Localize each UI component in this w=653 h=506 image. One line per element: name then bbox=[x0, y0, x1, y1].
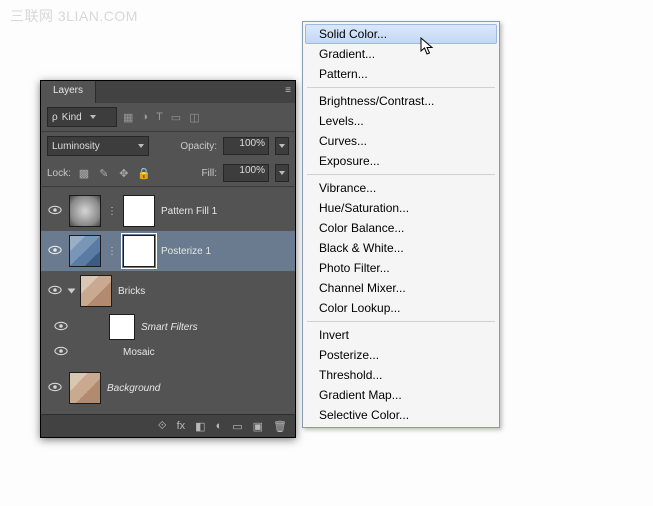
visibility-toggle[interactable] bbox=[47, 382, 63, 395]
menu-item[interactable]: Levels... bbox=[305, 111, 497, 131]
filter-adjust-icon[interactable]: ◑ bbox=[141, 111, 148, 124]
panel-tab-bar: Layers ≡ bbox=[41, 81, 295, 103]
lock-buttons: ▩ ✎ ✥ 🔒 bbox=[77, 167, 151, 180]
blend-mode-select[interactable]: Luminosity bbox=[47, 136, 149, 156]
opacity-label: Opacity: bbox=[180, 141, 217, 152]
menu-item[interactable]: Gradient Map... bbox=[305, 385, 497, 405]
blend-mode-label: Luminosity bbox=[52, 141, 100, 152]
lock-position-icon[interactable]: ✥ bbox=[117, 167, 131, 180]
link-icon: ⋮ bbox=[107, 246, 117, 257]
new-layer-icon[interactable]: ▣ bbox=[253, 420, 263, 433]
visibility-toggle[interactable] bbox=[47, 245, 63, 258]
menu-item[interactable]: Vibrance... bbox=[305, 178, 497, 198]
visibility-toggle[interactable] bbox=[53, 321, 69, 334]
layer-thumbnail[interactable] bbox=[69, 235, 101, 267]
link-layers-icon[interactable]: ⟐ bbox=[158, 420, 167, 433]
menu-item[interactable]: Gradient... bbox=[305, 44, 497, 64]
opacity-input[interactable]: 100% bbox=[223, 137, 269, 155]
layer-filter-row: ρ Kind ▦ ◑ T ▭ ◫ bbox=[41, 103, 295, 132]
adjustment-layer-icon[interactable]: ◐ bbox=[216, 420, 223, 432]
menu-item[interactable]: Posterize... bbox=[305, 345, 497, 365]
tab-layers[interactable]: Layers bbox=[41, 81, 96, 103]
blend-opacity-row: Luminosity Opacity: 100% bbox=[41, 132, 295, 160]
menu-item[interactable]: Color Balance... bbox=[305, 218, 497, 238]
menu-separator bbox=[307, 174, 495, 175]
layer-thumbnail[interactable] bbox=[69, 372, 101, 404]
layer-name-label[interactable]: Posterize 1 bbox=[161, 246, 211, 257]
smart-filter-item[interactable]: Mosaic bbox=[41, 343, 295, 362]
menu-item[interactable]: Black & White... bbox=[305, 238, 497, 258]
menu-separator bbox=[307, 321, 495, 322]
layer-thumbnail[interactable] bbox=[69, 195, 101, 227]
lock-label: Lock: bbox=[47, 168, 71, 179]
panel-menu-icon[interactable]: ≡ bbox=[285, 85, 291, 96]
menu-item[interactable]: Solid Color... bbox=[305, 24, 497, 44]
menu-item[interactable]: Photo Filter... bbox=[305, 258, 497, 278]
layer-thumbnail[interactable] bbox=[80, 275, 112, 307]
menu-item[interactable]: Channel Mixer... bbox=[305, 278, 497, 298]
panel-footer: ⟐ fx ◧ ◐ ▭ ▣ 🗑 bbox=[41, 414, 295, 437]
mask-thumbnail[interactable] bbox=[123, 235, 155, 267]
lock-pixels-icon[interactable]: ✎ bbox=[97, 167, 111, 180]
filter-pixel-icon[interactable]: ▦ bbox=[123, 111, 133, 124]
new-group-icon[interactable]: ▭ bbox=[232, 420, 242, 433]
filter-kind-label: Kind bbox=[62, 112, 82, 123]
link-icon: ⋮ bbox=[107, 206, 117, 217]
visibility-toggle[interactable] bbox=[47, 285, 63, 298]
filter-name-label[interactable]: Mosaic bbox=[123, 347, 155, 358]
add-mask-icon[interactable]: ◧ bbox=[195, 420, 205, 433]
layer-name-label[interactable]: Background bbox=[107, 383, 160, 394]
filter-shape-icon[interactable]: ▭ bbox=[171, 111, 181, 124]
layer-row-background[interactable]: Background bbox=[41, 368, 295, 408]
smart-filters-label: Smart Filters bbox=[141, 322, 198, 333]
lock-all-icon[interactable]: 🔒 bbox=[137, 167, 151, 180]
visibility-toggle[interactable] bbox=[47, 205, 63, 218]
layer-name-label[interactable]: Pattern Fill 1 bbox=[161, 206, 217, 217]
delete-layer-icon[interactable]: 🗑 bbox=[273, 420, 287, 433]
menu-item[interactable]: Invert bbox=[305, 325, 497, 345]
visibility-toggle[interactable] bbox=[53, 346, 69, 359]
menu-item[interactable]: Exposure... bbox=[305, 151, 497, 171]
lock-transparency-icon[interactable]: ▩ bbox=[77, 167, 91, 180]
filter-type-icon[interactable]: T bbox=[156, 111, 163, 124]
layer-row-bricks[interactable]: Bricks bbox=[41, 271, 295, 311]
filter-kind-select[interactable]: ρ Kind bbox=[47, 107, 117, 127]
menu-item[interactable]: Color Lookup... bbox=[305, 298, 497, 318]
smart-filters-row[interactable]: Smart Filters bbox=[41, 311, 295, 343]
layer-name-label[interactable]: Bricks bbox=[118, 286, 145, 297]
menu-item[interactable]: Selective Color... bbox=[305, 405, 497, 425]
menu-separator bbox=[307, 87, 495, 88]
adjustment-layer-menu: Solid Color...Gradient...Pattern... Brigh… bbox=[302, 21, 500, 428]
fill-flyout-icon[interactable] bbox=[275, 164, 289, 182]
opacity-flyout-icon[interactable] bbox=[275, 137, 289, 155]
mask-thumbnail[interactable] bbox=[123, 195, 155, 227]
layer-row-posterize[interactable]: ⋮ Posterize 1 bbox=[41, 231, 295, 271]
lock-fill-row: Lock: ▩ ✎ ✥ 🔒 Fill: 100% bbox=[41, 160, 295, 187]
menu-item[interactable]: Brightness/Contrast... bbox=[305, 91, 497, 111]
fx-icon[interactable]: fx bbox=[177, 420, 186, 432]
menu-item[interactable]: Curves... bbox=[305, 131, 497, 151]
filter-mask-thumbnail[interactable] bbox=[109, 314, 135, 340]
layers-panel: Layers ≡ ρ Kind ▦ ◑ T ▭ ◫ Luminosity Opa… bbox=[40, 80, 296, 438]
filter-type-icons: ▦ ◑ T ▭ ◫ bbox=[123, 111, 200, 124]
expand-toggle-icon[interactable] bbox=[68, 289, 76, 294]
layer-list: ⋮ Pattern Fill 1 ⋮ Posterize 1 Bricks bbox=[41, 187, 295, 414]
layer-row-pattern-fill[interactable]: ⋮ Pattern Fill 1 bbox=[41, 191, 295, 231]
watermark-text: 三联网 3LIAN.COM bbox=[10, 6, 138, 26]
menu-item[interactable]: Pattern... bbox=[305, 64, 497, 84]
menu-item[interactable]: Threshold... bbox=[305, 365, 497, 385]
menu-item[interactable]: Hue/Saturation... bbox=[305, 198, 497, 218]
fill-input[interactable]: 100% bbox=[223, 164, 269, 182]
fill-label: Fill: bbox=[201, 168, 217, 179]
filter-smart-icon[interactable]: ◫ bbox=[189, 111, 199, 124]
